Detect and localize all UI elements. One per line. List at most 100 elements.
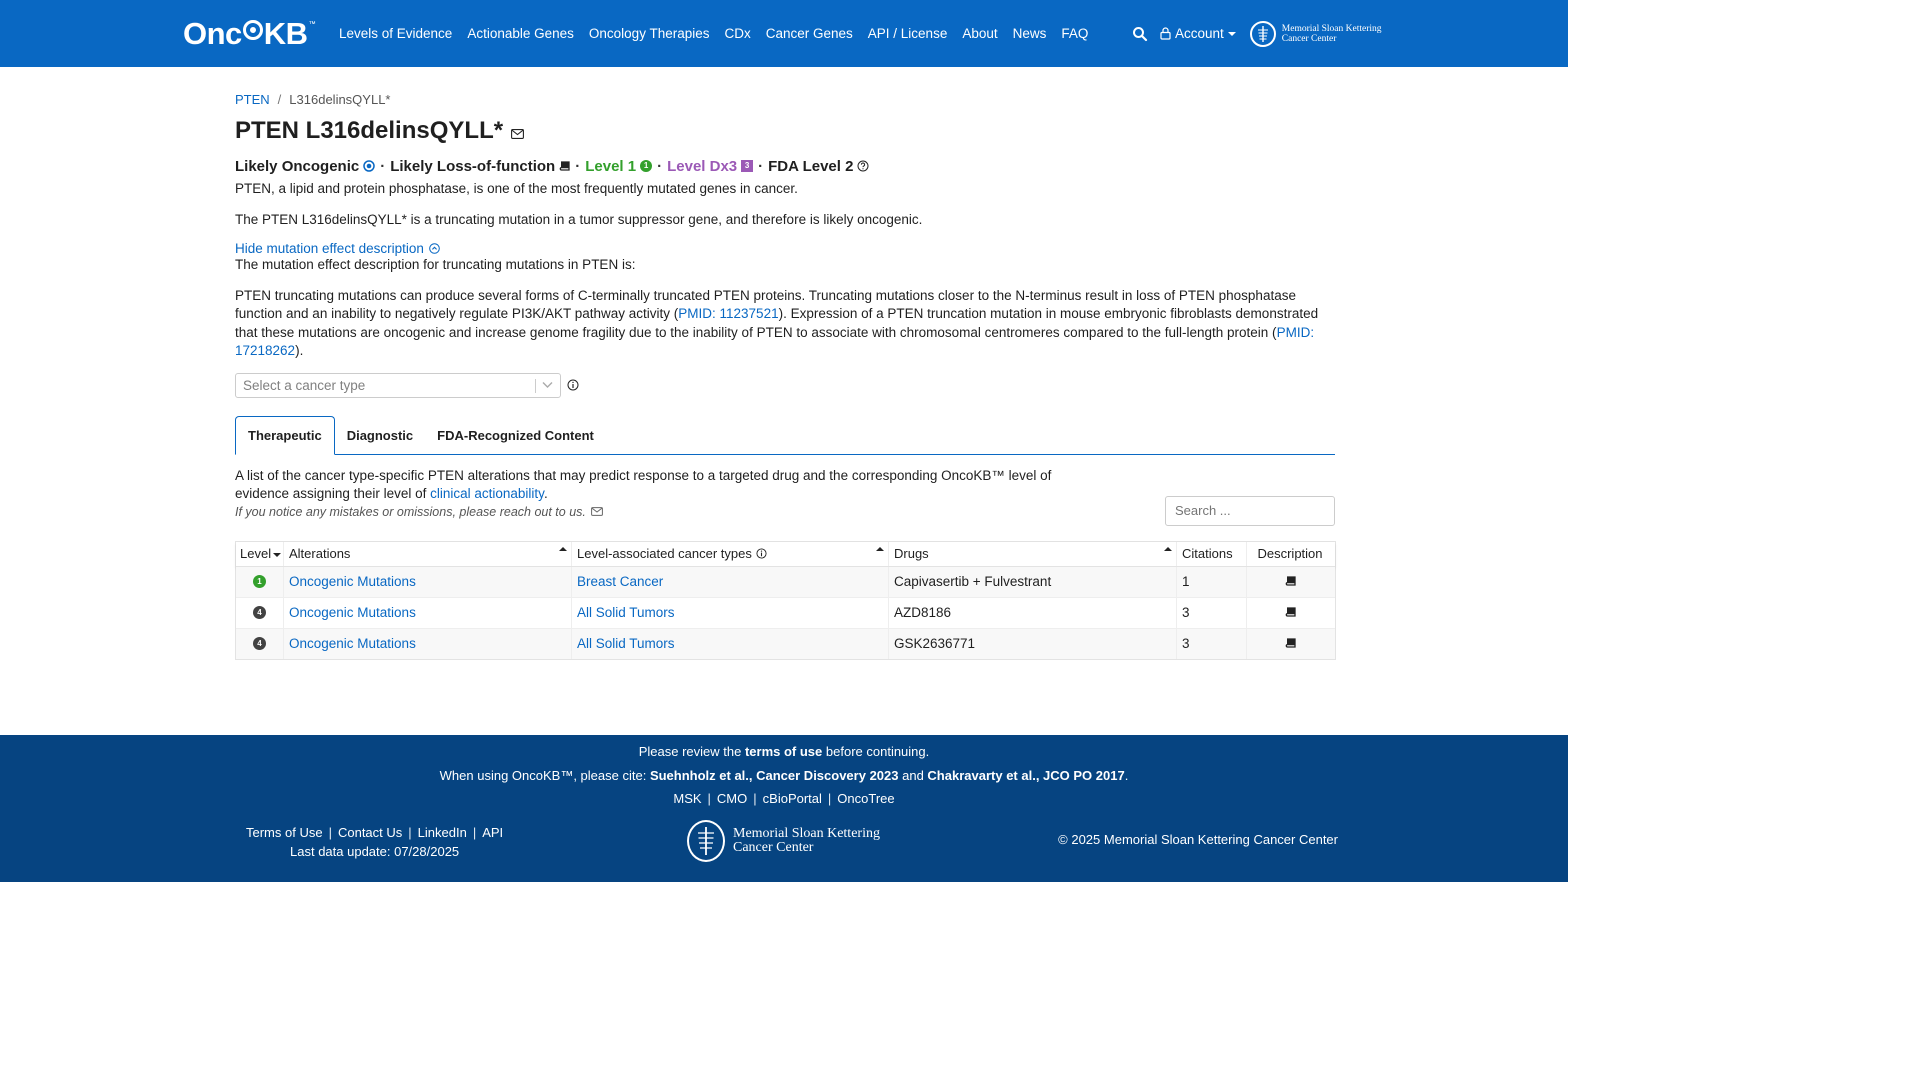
footer-link-oncotree[interactable]: OncoTree bbox=[837, 791, 894, 806]
footer-contact-link[interactable]: Contact Us bbox=[338, 825, 402, 840]
info-icon[interactable] bbox=[567, 379, 579, 391]
nav-levels-of-evidence[interactable]: Levels of Evidence bbox=[339, 26, 452, 41]
cancer-type-link[interactable]: All Solid Tumors bbox=[577, 636, 675, 651]
nav-api-license[interactable]: API / License bbox=[868, 26, 948, 41]
citation-1-link[interactable]: Suehnholz et al., Cancer Discovery 2023 bbox=[650, 768, 899, 783]
alteration-link[interactable]: Oncogenic Mutations bbox=[289, 574, 416, 589]
nav-oncology-therapies[interactable]: Oncology Therapies bbox=[589, 26, 710, 41]
footer-sep: | bbox=[472, 825, 477, 840]
book-icon[interactable] bbox=[1285, 576, 1296, 587]
hide-mutation-effect-link[interactable]: Hide mutation effect description bbox=[235, 241, 1335, 256]
clinical-actionability-link[interactable]: clinical actionability bbox=[430, 486, 544, 501]
cancer-type-link[interactable]: Breast Cancer bbox=[577, 574, 663, 589]
dot-1: · bbox=[380, 157, 386, 175]
therapeutic-description: A list of the cancer type-specific PTEN … bbox=[235, 467, 1095, 504]
effect-description: PTEN truncating mutations can produce se… bbox=[235, 287, 1335, 361]
search-icon[interactable] bbox=[1132, 26, 1148, 42]
account-dropdown[interactable]: Account bbox=[1160, 26, 1236, 41]
nav-news[interactable]: News bbox=[1013, 26, 1047, 41]
brand-o-icon bbox=[242, 20, 263, 40]
level-badge[interactable]: 4 bbox=[253, 637, 266, 650]
navbar: Onc KB ™ Levels of Evidence Actionable G… bbox=[0, 0, 1568, 67]
footer-terms-link[interactable]: Terms of Use bbox=[246, 825, 323, 840]
footer-link-cbioportal[interactable]: cBioPortal bbox=[763, 791, 822, 806]
footer-sep: | bbox=[827, 791, 832, 806]
table-search-input[interactable] bbox=[1165, 495, 1335, 526]
cell-citations[interactable]: 3 bbox=[1177, 628, 1247, 659]
footer-msk-line1: Memorial Sloan Kettering bbox=[733, 826, 880, 841]
th-alterations-label: Alterations bbox=[289, 546, 351, 561]
cell-citations[interactable]: 1 bbox=[1177, 566, 1247, 597]
footer-msk-logo[interactable]: Memorial Sloan Kettering Cancer Center bbox=[687, 820, 880, 862]
variant-summary: The PTEN L316delinsQYLL* is a truncating… bbox=[235, 211, 923, 227]
fda-level-label: FDA Level 2 bbox=[768, 157, 854, 175]
alteration-link[interactable]: Oncogenic Mutations bbox=[289, 605, 416, 620]
select-placeholder: Select a cancer type bbox=[243, 377, 366, 393]
account-label: Account bbox=[1175, 26, 1224, 41]
nav-cdx[interactable]: CDx bbox=[724, 26, 750, 41]
book-icon[interactable] bbox=[1285, 607, 1296, 618]
nav-faq[interactable]: FAQ bbox=[1061, 26, 1088, 41]
footer-citation: When using OncoKB™, please cite: Suehnho… bbox=[0, 768, 1568, 783]
cancer-type-link[interactable]: All Solid Tumors bbox=[577, 605, 675, 620]
info-icon[interactable] bbox=[756, 548, 767, 559]
level-1-label[interactable]: Level 1 bbox=[585, 158, 636, 175]
th-drugs[interactable]: Drugs bbox=[889, 541, 1177, 566]
table-row: 4 Oncogenic Mutations All Solid Tumors G… bbox=[236, 628, 1335, 659]
tab-diagnostic[interactable]: Diagnostic bbox=[335, 417, 425, 454]
cell-cancer-type: All Solid Tumors bbox=[572, 628, 889, 659]
th-citations-label: Citations bbox=[1182, 546, 1233, 561]
nav-links: Levels of Evidence Actionable Genes Onco… bbox=[339, 0, 1103, 67]
msk-emblem-icon bbox=[687, 820, 725, 862]
footer-sep: | bbox=[408, 825, 412, 840]
nav-cancer-genes[interactable]: Cancer Genes bbox=[766, 26, 853, 41]
cancer-type-select[interactable]: Select a cancer type bbox=[235, 372, 561, 398]
footer-linkedin-link[interactable]: LinkedIn bbox=[418, 825, 467, 840]
cell-alteration: Oncogenic Mutations bbox=[284, 566, 572, 597]
footer-link-msk[interactable]: MSK bbox=[673, 791, 701, 806]
msk-logo[interactable]: Memorial Sloan Kettering Cancer Center bbox=[1249, 20, 1382, 47]
mail-icon[interactable] bbox=[590, 507, 603, 516]
cite-mid: and bbox=[898, 768, 928, 783]
tab-fda-recognized-content[interactable]: FDA-Recognized Content bbox=[425, 417, 606, 454]
footer-api-link[interactable]: API bbox=[482, 825, 503, 840]
footer-link-cmo[interactable]: CMO bbox=[717, 791, 747, 806]
book-icon[interactable] bbox=[559, 160, 570, 172]
oncogenic-icon bbox=[363, 160, 375, 172]
th-citations[interactable]: Citations bbox=[1177, 541, 1247, 566]
level-dx3-label[interactable]: Level Dx3 bbox=[667, 158, 737, 175]
page-title: PTEN L316delinsQYLL* bbox=[235, 114, 1335, 148]
copyright: © 2025 Memorial Sloan Kettering Cancer C… bbox=[1058, 832, 1338, 847]
nav-about[interactable]: About bbox=[962, 26, 997, 41]
cell-description bbox=[1247, 598, 1333, 628]
tabs: Therapeutic Diagnostic FDA-Recognized Co… bbox=[235, 415, 1335, 455]
cell-alteration: Oncogenic Mutations bbox=[284, 597, 572, 628]
alteration-link[interactable]: Oncogenic Mutations bbox=[289, 636, 416, 651]
oncokb-logo[interactable]: Onc KB ™ bbox=[183, 17, 316, 51]
th-alterations[interactable]: Alterations bbox=[284, 541, 572, 566]
mail-icon[interactable] bbox=[511, 129, 525, 139]
breadcrumb-gene[interactable]: PTEN bbox=[235, 92, 270, 107]
th-cancer-types[interactable]: Level-associated cancer types bbox=[572, 541, 889, 566]
caret-down-icon bbox=[1227, 31, 1236, 36]
level-badge[interactable]: 1 bbox=[253, 575, 266, 588]
dot-2: · bbox=[575, 157, 581, 175]
therapeutic-table: Level Alterations Level-associated cance… bbox=[235, 540, 1336, 660]
sort-asc-icon bbox=[876, 546, 884, 551]
th-level[interactable]: Level bbox=[236, 541, 284, 566]
tab-therapeutic[interactable]: Therapeutic bbox=[235, 415, 335, 455]
pmid-link-1[interactable]: PMID: 11237521 bbox=[678, 306, 778, 321]
terms-of-use-link[interactable]: terms of use bbox=[745, 744, 822, 759]
desc-part2: . bbox=[543, 486, 548, 501]
book-icon[interactable] bbox=[1285, 638, 1296, 649]
nav-actionable-genes[interactable]: Actionable Genes bbox=[467, 26, 574, 41]
cell-citations[interactable]: 3 bbox=[1177, 597, 1247, 628]
question-circle-icon[interactable] bbox=[857, 160, 869, 172]
cell-cancer-type: Breast Cancer bbox=[572, 566, 889, 597]
level-badge[interactable]: 4 bbox=[253, 606, 266, 619]
table-row: 4 Oncogenic Mutations All Solid Tumors A… bbox=[236, 597, 1335, 629]
th-cancer-types-label: Level-associated cancer types bbox=[577, 546, 752, 561]
breadcrumb-current: L316delinsQYLL* bbox=[289, 91, 391, 107]
citation-2-link[interactable]: Chakravarty et al., JCO PO 2017 bbox=[927, 768, 1124, 783]
chevron-up-circle-icon bbox=[429, 243, 440, 254]
